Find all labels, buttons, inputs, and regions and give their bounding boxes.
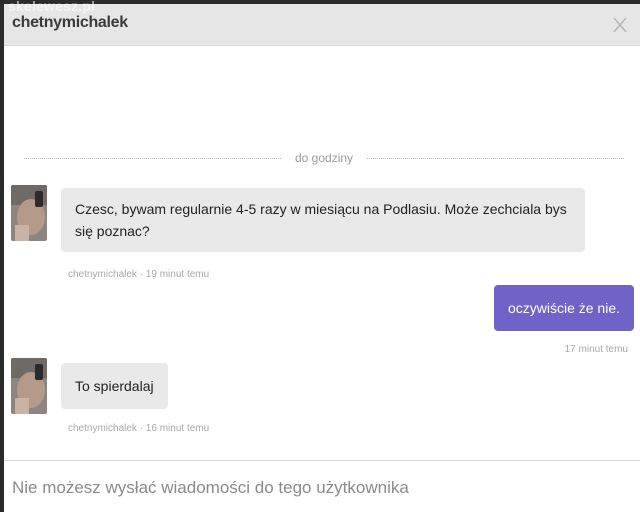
message-list[interactable]: do godziny Czesc, bywam regularnie 4-5 r… <box>4 47 640 460</box>
message-text: To spierdalaj <box>75 378 154 394</box>
divider-line <box>24 157 281 159</box>
avatar[interactable] <box>11 358 47 414</box>
divider-line <box>367 157 625 159</box>
message-bubble: Czesc, bywam regularnie 4-5 razy w miesi… <box>61 188 585 252</box>
watermark: skelewesz.pl <box>8 0 96 14</box>
message-bubble: To spierdalaj <box>61 363 168 409</box>
message-text: oczywiście że nie. <box>507 300 620 316</box>
time-divider: do godziny <box>24 150 625 166</box>
composer-disabled-notice: Nie możesz wysłać wiadomości do tego uży… <box>12 478 409 497</box>
chat-header: chetnymichalek <box>4 4 640 46</box>
close-button[interactable] <box>606 10 634 40</box>
divider-label: do godziny <box>294 151 354 165</box>
chat-username[interactable]: chetnymichalek <box>12 14 128 32</box>
close-icon <box>613 17 627 33</box>
message-meta: chetnymichalek · 19 minut temu <box>68 269 210 280</box>
message-text: Czesc, bywam regularnie 4-5 razy w miesi… <box>75 201 567 239</box>
avatar[interactable] <box>11 185 47 241</box>
message-bubble-outgoing: oczywiście że nie. <box>493 285 634 331</box>
message-meta: chetnymichalek · 16 minut temu <box>68 423 210 434</box>
chat-window: chetnymichalek do godziny Czesc, bywam r… <box>4 4 640 512</box>
message-meta: 17 minut temu <box>564 344 628 355</box>
composer: Nie możesz wysłać wiadomości do tego uży… <box>4 460 640 512</box>
